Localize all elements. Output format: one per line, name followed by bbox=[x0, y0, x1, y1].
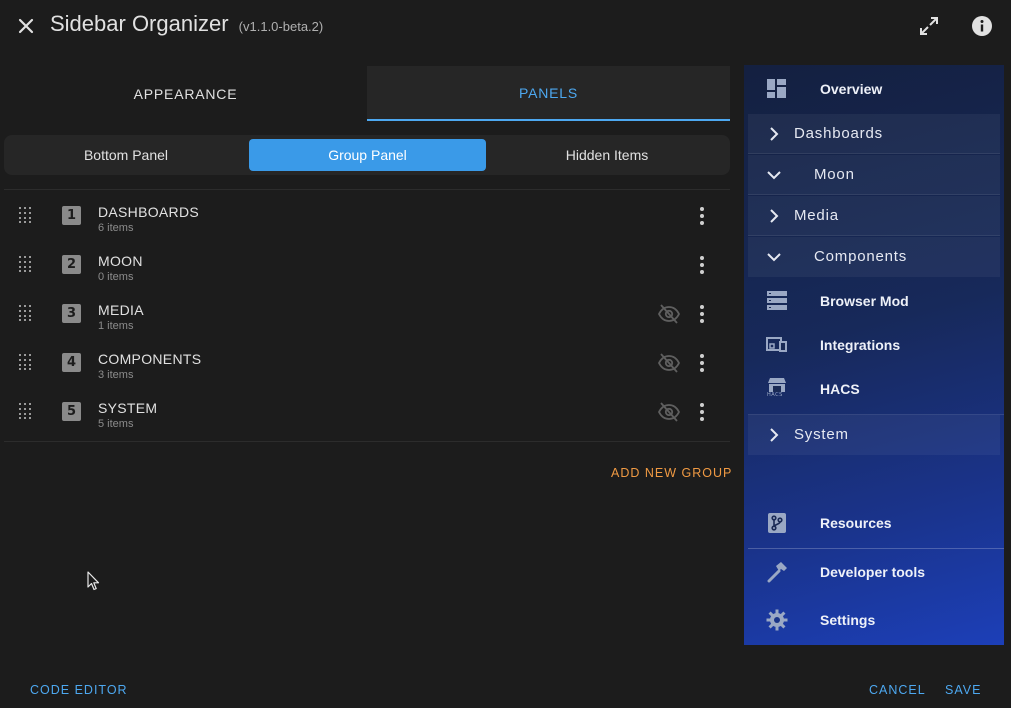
info-icon[interactable] bbox=[970, 14, 994, 38]
chevron-right-icon bbox=[766, 208, 782, 224]
preview-group-label: Media bbox=[794, 207, 839, 224]
cancel-button[interactable]: CANCEL bbox=[869, 683, 926, 697]
preview-group-dashboards[interactable]: Dashboards bbox=[748, 114, 1000, 154]
numeric-5-icon: 5 bbox=[62, 402, 81, 421]
drag-handle-icon[interactable] bbox=[18, 255, 32, 273]
numeric-4-icon: 4 bbox=[62, 353, 81, 372]
hacs-icon: HACS bbox=[766, 377, 788, 399]
add-new-group-button[interactable]: ADD NEW GROUP bbox=[611, 466, 732, 480]
preview-group-system[interactable]: System bbox=[748, 415, 1000, 455]
divider bbox=[4, 441, 730, 442]
group-row: 3 MEDIA 1 items bbox=[0, 289, 740, 338]
preview-item-label: Integrations bbox=[820, 337, 901, 353]
preview-group-moon[interactable]: Moon bbox=[748, 155, 1000, 195]
preview-item-integrations[interactable]: Integrations bbox=[748, 333, 1000, 357]
group-row: 1 DASHBOARDS 6 items bbox=[0, 191, 740, 240]
preview-item-browser-mod[interactable]: Browser Mod bbox=[748, 289, 1000, 313]
preview-item-label: Settings bbox=[820, 612, 876, 628]
preview-item-label: Overview bbox=[820, 81, 883, 97]
preview-item-resources[interactable]: Resources bbox=[748, 511, 1000, 535]
group-item-count: 5 items bbox=[98, 418, 134, 430]
gear-icon bbox=[766, 609, 788, 631]
preview-group-media[interactable]: Media bbox=[748, 196, 1000, 236]
preview-item-developer-tools[interactable]: Developer tools bbox=[748, 560, 1000, 584]
segment-hidden-items[interactable]: Hidden Items bbox=[488, 139, 726, 171]
panel-segmented-control: Bottom Panel Group Panel Hidden Items bbox=[4, 135, 730, 175]
divider bbox=[748, 548, 1004, 549]
close-icon[interactable] bbox=[14, 14, 38, 38]
group-item-count: 3 items bbox=[98, 369, 134, 381]
fullscreen-icon[interactable] bbox=[917, 14, 941, 38]
code-editor-button[interactable]: CODE EDITOR bbox=[30, 683, 128, 697]
group-row: 5 SYSTEM 5 items bbox=[0, 387, 740, 436]
preview-group-label: Dashboards bbox=[794, 125, 883, 142]
chevron-right-icon bbox=[766, 126, 782, 142]
server-icon bbox=[766, 290, 788, 312]
preview-group-components[interactable]: Components bbox=[748, 237, 1000, 277]
dialog-title-text: Sidebar Organizer bbox=[50, 11, 229, 36]
group-row: 4 COMPONENTS 3 items bbox=[0, 338, 740, 387]
more-vertical-icon[interactable] bbox=[692, 352, 712, 374]
chevron-right-icon bbox=[766, 427, 782, 443]
preview-group-label: Moon bbox=[814, 166, 855, 183]
numeric-1-icon: 1 bbox=[62, 206, 81, 225]
numeric-2-icon: 2 bbox=[62, 255, 81, 274]
drag-handle-icon[interactable] bbox=[18, 206, 32, 224]
dialog-header: Sidebar Organizer (v1.1.0-beta.2) bbox=[0, 0, 1011, 56]
group-row: 2 MOON 0 items bbox=[0, 240, 740, 289]
preview-item-settings[interactable]: Settings bbox=[748, 608, 1000, 632]
more-vertical-icon[interactable] bbox=[692, 401, 712, 423]
preview-item-label: Resources bbox=[820, 515, 892, 531]
eye-off-icon[interactable] bbox=[657, 352, 681, 374]
preview-item-label: Developer tools bbox=[820, 564, 926, 580]
devices-icon bbox=[766, 334, 788, 356]
hammer-icon bbox=[766, 561, 788, 583]
drag-handle-icon[interactable] bbox=[18, 402, 32, 420]
source-branch-icon bbox=[766, 512, 788, 534]
preview-item-label: HACS bbox=[820, 381, 860, 397]
drag-handle-icon[interactable] bbox=[18, 304, 32, 322]
group-name: DASHBOARDS bbox=[98, 204, 200, 220]
tab-bar: APPEARANCE PANELS bbox=[4, 66, 730, 121]
numeric-3-icon: 3 bbox=[62, 304, 81, 323]
group-name: MOON bbox=[98, 253, 143, 269]
more-vertical-icon[interactable] bbox=[692, 254, 712, 276]
mouse-cursor-icon bbox=[87, 571, 100, 591]
preview-item-label: Browser Mod bbox=[820, 293, 909, 309]
preview-group-label: Components bbox=[814, 248, 908, 265]
drag-handle-icon[interactable] bbox=[18, 353, 32, 371]
divider bbox=[4, 189, 730, 190]
chevron-down-icon bbox=[766, 167, 782, 183]
dialog-version: (v1.1.0-beta.2) bbox=[238, 19, 324, 34]
segment-bottom-panel[interactable]: Bottom Panel bbox=[4, 139, 248, 171]
group-item-count: 6 items bbox=[98, 222, 134, 234]
segment-group-panel[interactable]: Group Panel bbox=[249, 139, 486, 171]
group-name: COMPONENTS bbox=[98, 351, 202, 367]
preview-item-overview[interactable]: Overview bbox=[748, 77, 1000, 101]
group-name: MEDIA bbox=[98, 302, 144, 318]
sidebar-preview: Overview Dashboards Moon Media Component… bbox=[744, 65, 1004, 645]
preview-group-label: System bbox=[794, 426, 849, 443]
eye-off-icon[interactable] bbox=[657, 303, 681, 325]
more-vertical-icon[interactable] bbox=[692, 303, 712, 325]
tab-panels[interactable]: PANELS bbox=[367, 66, 730, 121]
dialog-title: Sidebar Organizer (v1.1.0-beta.2) bbox=[50, 11, 323, 37]
group-item-count: 1 items bbox=[98, 320, 134, 332]
group-item-count: 0 items bbox=[98, 271, 134, 283]
preview-item-hacs[interactable]: HACS HACS bbox=[748, 377, 1000, 401]
hacs-icon-text: HACS bbox=[767, 392, 783, 398]
save-button[interactable]: SAVE bbox=[945, 683, 981, 697]
more-vertical-icon[interactable] bbox=[692, 205, 712, 227]
chevron-down-icon bbox=[766, 249, 782, 265]
group-name: SYSTEM bbox=[98, 400, 158, 416]
view-dashboard-icon bbox=[766, 78, 788, 100]
eye-off-icon[interactable] bbox=[657, 401, 681, 423]
tab-appearance[interactable]: APPEARANCE bbox=[4, 66, 367, 121]
